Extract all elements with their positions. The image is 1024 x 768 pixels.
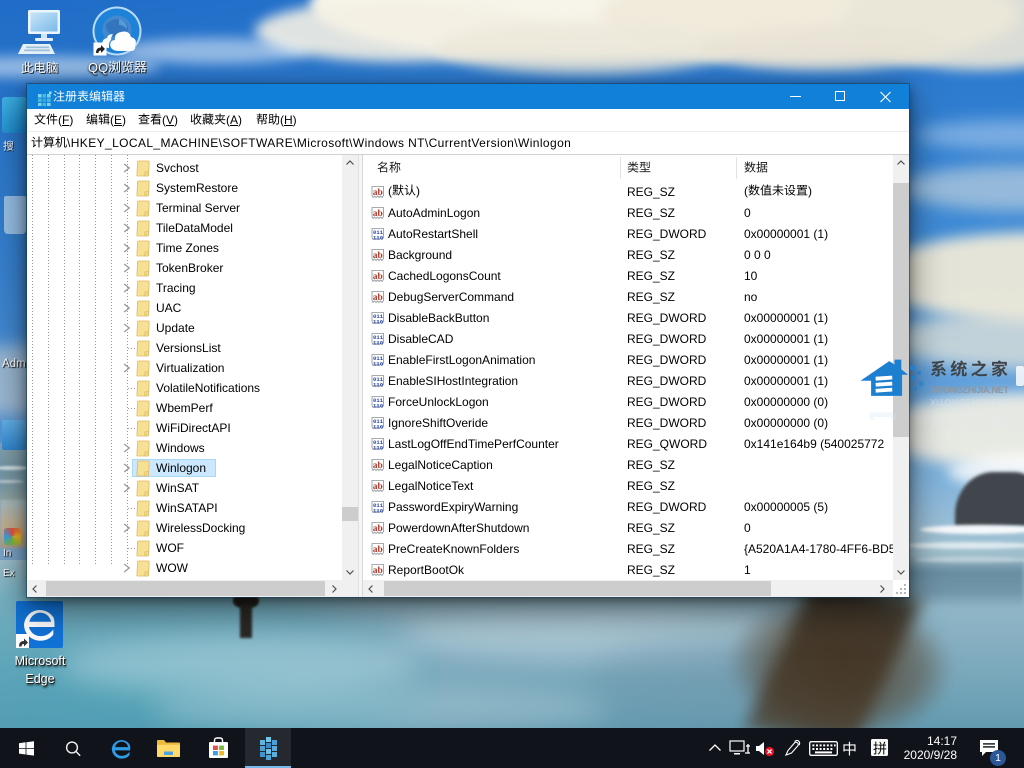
svg-text:ab: ab xyxy=(373,545,383,555)
svg-text:110: 110 xyxy=(373,360,384,367)
svg-text:ab: ab xyxy=(373,293,383,303)
svg-text:ab: ab xyxy=(373,524,383,534)
svg-text:ab: ab xyxy=(373,272,383,282)
svg-text:ab: ab xyxy=(373,209,383,219)
svg-text:ab: ab xyxy=(373,461,383,471)
svg-text:110: 110 xyxy=(373,444,384,451)
svg-text:110: 110 xyxy=(373,234,384,241)
svg-text:110: 110 xyxy=(373,318,384,325)
svg-text:ab: ab xyxy=(373,482,383,492)
svg-text:ab: ab xyxy=(373,251,383,261)
svg-text:110: 110 xyxy=(373,339,384,346)
svg-text:ab: ab xyxy=(373,566,383,576)
svg-text:ab: ab xyxy=(373,188,383,198)
svg-text:110: 110 xyxy=(373,402,384,409)
svg-text:110: 110 xyxy=(373,507,384,514)
svg-text:110: 110 xyxy=(373,423,384,430)
svg-text:110: 110 xyxy=(373,381,384,388)
